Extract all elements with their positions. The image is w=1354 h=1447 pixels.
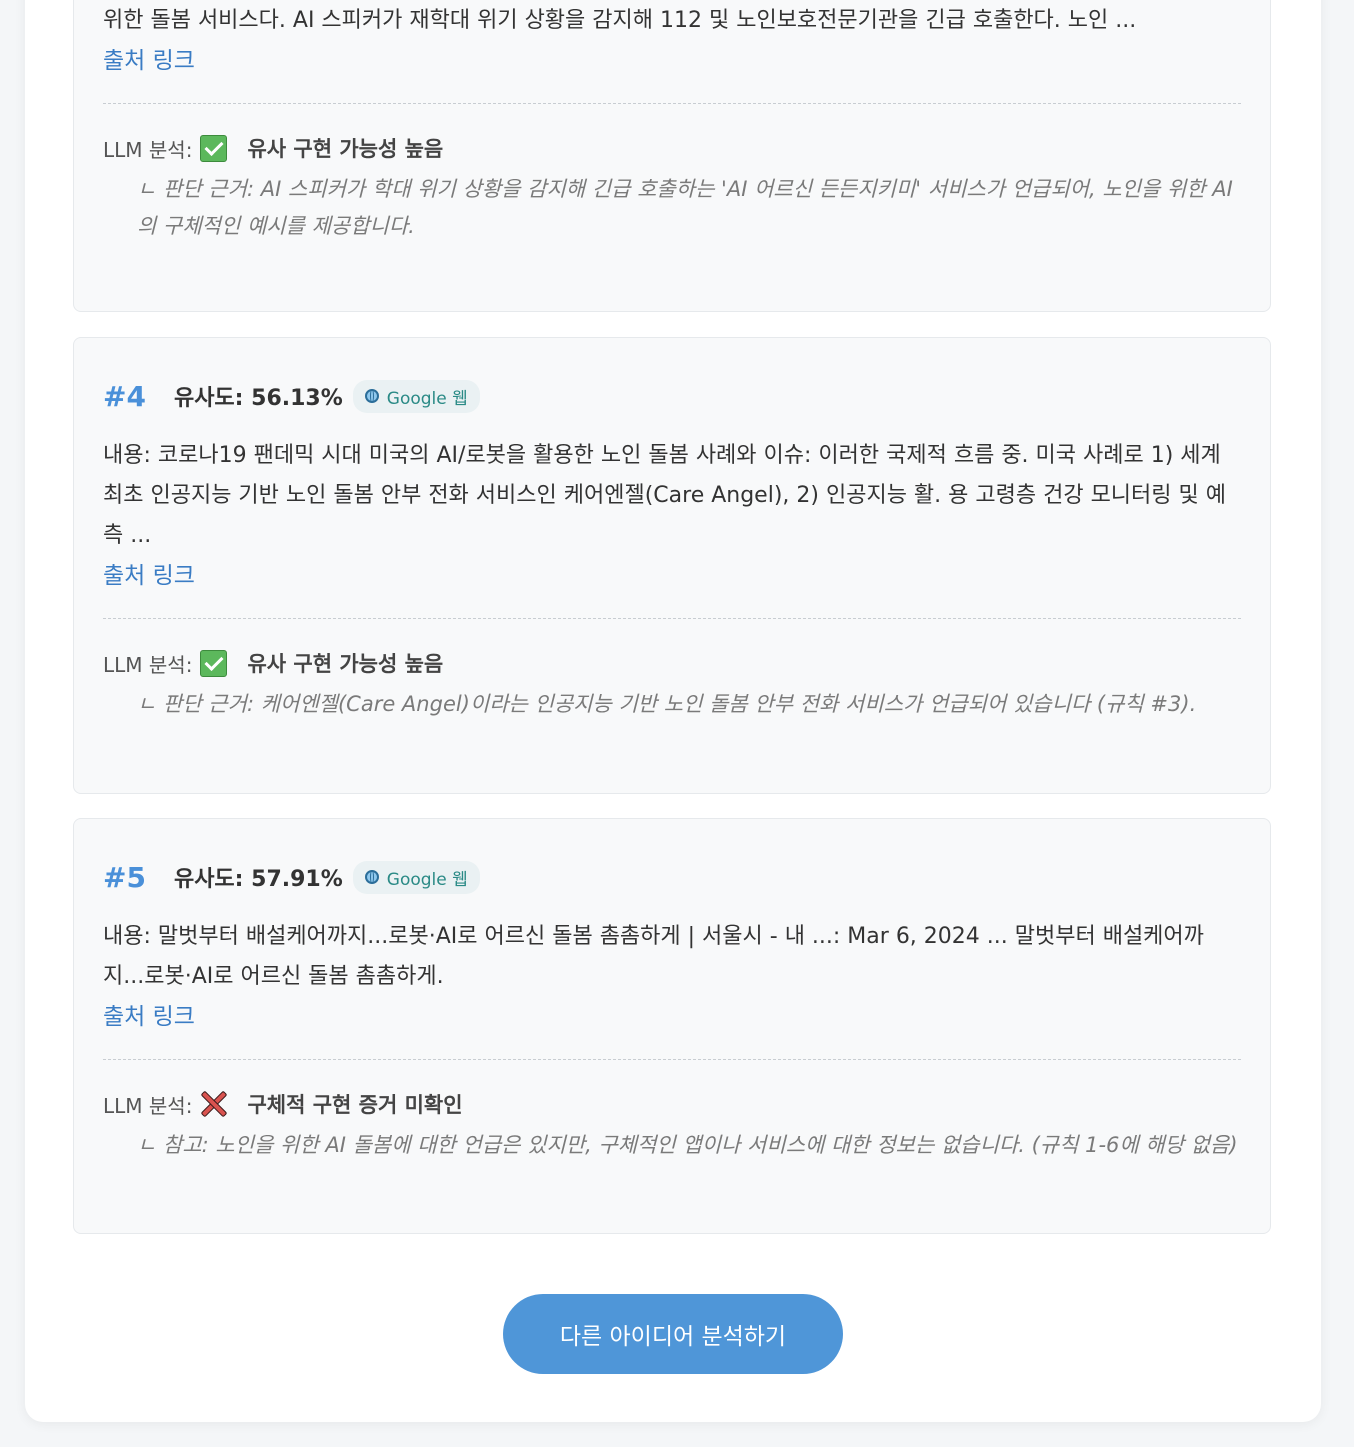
reason-text: ㄴ 참고: 노인을 위한 AI 돌봄에 대한 언급은 있지만, 구체적인 앱이나… — [137, 1133, 1238, 1157]
llm-analysis-row: LLM 분석: 유사 구현 가능성 높음 — [103, 640, 1241, 686]
result-rank: #5 — [103, 860, 146, 894]
llm-label: LLM 분석: — [103, 1093, 193, 1118]
globe-icon — [364, 389, 379, 403]
source-badge: Google 웹 — [352, 379, 480, 413]
source-badge: Google 웹 — [352, 860, 480, 894]
result-rank: #4 — [103, 379, 146, 413]
reason-text: ㄴ 판단 근거: 케어엔젤(Care Angel)이라는 인공지능 기반 노인 … — [137, 692, 1197, 716]
verdict: 유사 구현 가능성 높음 — [247, 137, 444, 161]
similarity-score: 유사도: 57.91% — [173, 867, 343, 892]
source-link[interactable]: 출처 링크 — [103, 556, 1241, 597]
globe-icon — [364, 870, 379, 884]
check-icon — [200, 134, 228, 162]
verdict: 구체적 구현 증거 미확인 — [247, 1093, 463, 1117]
similarity-score: 유사도: 56.13% — [173, 386, 343, 411]
source-link[interactable]: 출처 링크 — [103, 997, 1241, 1038]
verdict: 유사 구현 가능성 높음 — [247, 652, 444, 676]
llm-label: LLM 분석: — [103, 137, 193, 162]
result-header: #4 유사도: 56.13% Google 웹 — [103, 376, 1241, 416]
cross-icon — [200, 1090, 228, 1118]
result-card: #4 유사도: 56.13% Google 웹 내용: 코로나19 팬데믹 시대… — [73, 337, 1271, 794]
source-label: Google 웹 — [386, 869, 468, 890]
llm-label: LLM 분석: — [103, 652, 193, 677]
llm-analysis-row: LLM 분석: 유사 구현 가능성 높음 — [103, 125, 1241, 171]
result-content: 위한 돌봄 서비스다. AI 스피커가 재학대 위기 상황을 감지해 112 및… — [103, 8, 1137, 33]
result-card: #5 유사도: 57.91% Google 웹 내용: 말벗부터 배설케어까지.… — [73, 818, 1271, 1234]
reason-text: ㄴ 판단 근거: AI 스피커가 학대 위기 상황을 감지해 긴급 호출하는 '… — [137, 177, 1233, 238]
source-link[interactable]: 출처 링크 — [103, 41, 1241, 82]
check-icon — [200, 649, 228, 677]
source-label: Google 웹 — [386, 388, 468, 409]
result-content: 내용: 말벗부터 배설케어까지...로봇·AI로 어르신 돌봄 촘촘하게 | 서… — [103, 924, 1204, 989]
analyze-another-idea-button[interactable]: 다른 아이디어 분석하기 — [503, 1294, 843, 1374]
result-content: 내용: 코로나19 팬데믹 시대 미국의 AI/로봇을 활용한 노인 돌봄 사례… — [103, 443, 1226, 548]
result-card: 위한 돌봄 서비스다. AI 스피커가 재학대 위기 상황을 감지해 112 및… — [73, 0, 1271, 312]
result-header: #5 유사도: 57.91% Google 웹 — [103, 857, 1241, 897]
llm-analysis-row: LLM 분석: 구체적 구현 증거 미확인 — [103, 1081, 1241, 1127]
